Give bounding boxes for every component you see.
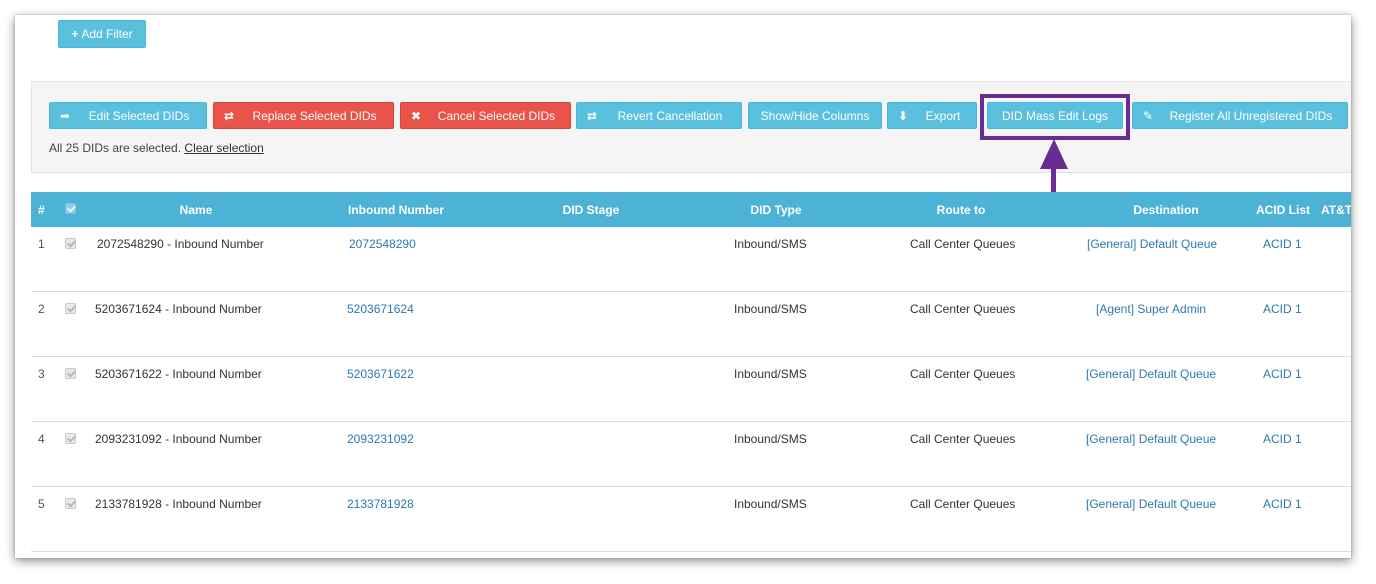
table-row[interactable]: 3 5203671622 - Inbound Number 5203671622… — [31, 357, 1351, 422]
destination-link[interactable]: [General] Default Queue — [1086, 367, 1216, 381]
clear-selection-link[interactable]: Clear selection — [184, 141, 263, 155]
acid-link[interactable]: ACID 1 — [1263, 237, 1302, 251]
route-to: Call Center Queues — [910, 497, 1016, 511]
edit-icon: ✎ — [1142, 108, 1154, 123]
col-att[interactable]: AT&T — [1321, 192, 1351, 227]
table-row[interactable]: 2 5203671624 - Inbound Number 5203671624… — [31, 292, 1351, 357]
col-name[interactable]: Name — [141, 192, 251, 227]
replace-selected-dids-button[interactable]: ⇄ Replace Selected DIDs — [213, 102, 394, 129]
did-type: Inbound/SMS — [734, 237, 807, 251]
did-type: Inbound/SMS — [734, 432, 807, 446]
revert-cancellation-button[interactable]: ⇄ Revert Cancellation — [576, 102, 742, 129]
col-acid-list[interactable]: ACID List — [1256, 192, 1310, 227]
route-to: Call Center Queues — [910, 432, 1016, 446]
route-to: Call Center Queues — [910, 302, 1016, 316]
acid-link[interactable]: ACID 1 — [1263, 432, 1302, 446]
col-inbound-number[interactable]: Inbound Number — [326, 192, 466, 227]
route-to: Call Center Queues — [910, 367, 1016, 381]
retweet-icon: ⇄ — [586, 108, 598, 123]
export-button[interactable]: ⬇ Export — [887, 102, 977, 129]
row-checkbox[interactable] — [65, 498, 76, 509]
add-filter-label: Add Filter — [81, 27, 133, 41]
did-name: 5203671624 - Inbound Number — [95, 302, 262, 316]
did-type: Inbound/SMS — [734, 497, 807, 511]
col-did-stage[interactable]: DID Stage — [531, 192, 651, 227]
table-header: # Name Inbound Number DID Stage DID Type… — [31, 192, 1351, 227]
highlight-box — [980, 94, 1130, 140]
retweet-icon: ⇄ — [223, 108, 235, 123]
inbound-number-link[interactable]: 2072548290 — [349, 237, 416, 251]
show-hide-columns-button[interactable]: Show/Hide Columns — [748, 102, 882, 129]
route-to: Call Center Queues — [910, 237, 1016, 251]
inbound-number-link[interactable]: 2133781928 — [347, 497, 414, 511]
table-row[interactable]: 5 2133781928 - Inbound Number 2133781928… — [31, 487, 1351, 552]
row-checkbox[interactable] — [65, 303, 76, 314]
share-icon: ➦ — [59, 108, 71, 123]
close-icon: ✖ — [410, 108, 422, 123]
app-window: + Add Filter ➦ Edit Selected DIDs ⇄ Repl… — [15, 15, 1351, 558]
destination-link[interactable]: [General] Default Queue — [1087, 237, 1217, 251]
did-type: Inbound/SMS — [734, 302, 807, 316]
destination-link[interactable]: [Agent] Super Admin — [1096, 302, 1206, 316]
row-checkbox[interactable] — [65, 238, 76, 249]
row-checkbox[interactable] — [65, 368, 76, 379]
table-row[interactable]: 1 2072548290 - Inbound Number 2072548290… — [31, 227, 1351, 292]
did-name: 2093231092 - Inbound Number — [95, 432, 262, 446]
row-checkbox[interactable] — [65, 433, 76, 444]
acid-link[interactable]: ACID 1 — [1263, 367, 1302, 381]
col-route-to[interactable]: Route to — [911, 192, 1011, 227]
col-index: # — [38, 202, 45, 217]
register-all-unregistered-dids-button[interactable]: ✎ Register All Unregistered DIDs — [1132, 102, 1348, 129]
destination-link[interactable]: [General] Default Queue — [1086, 432, 1216, 446]
did-name: 2133781928 - Inbound Number — [95, 497, 262, 511]
edit-selected-dids-button[interactable]: ➦ Edit Selected DIDs — [49, 102, 207, 129]
download-icon: ⬇ — [897, 108, 909, 123]
did-type: Inbound/SMS — [734, 367, 807, 381]
inbound-number-link[interactable]: 5203671622 — [347, 367, 414, 381]
col-did-type[interactable]: DID Type — [721, 192, 831, 227]
did-name: 5203671622 - Inbound Number — [95, 367, 262, 381]
inbound-number-link[interactable]: 2093231092 — [347, 432, 414, 446]
col-destination[interactable]: Destination — [1101, 192, 1231, 227]
table-row[interactable]: 4 2093231092 - Inbound Number 2093231092… — [31, 422, 1351, 487]
select-all-checkbox[interactable] — [65, 203, 76, 214]
destination-link[interactable]: [General] Default Queue — [1086, 497, 1216, 511]
cancel-selected-dids-button[interactable]: ✖ Cancel Selected DIDs — [400, 102, 571, 129]
did-name: 2072548290 - Inbound Number — [97, 237, 264, 251]
acid-link[interactable]: ACID 1 — [1263, 302, 1302, 316]
add-filter-button[interactable]: + Add Filter — [58, 20, 146, 48]
inbound-number-link[interactable]: 5203671624 — [347, 302, 414, 316]
selection-status: All 25 DIDs are selected. Clear selectio… — [49, 141, 264, 155]
plus-icon: + — [71, 27, 79, 41]
acid-link[interactable]: ACID 1 — [1263, 497, 1302, 511]
